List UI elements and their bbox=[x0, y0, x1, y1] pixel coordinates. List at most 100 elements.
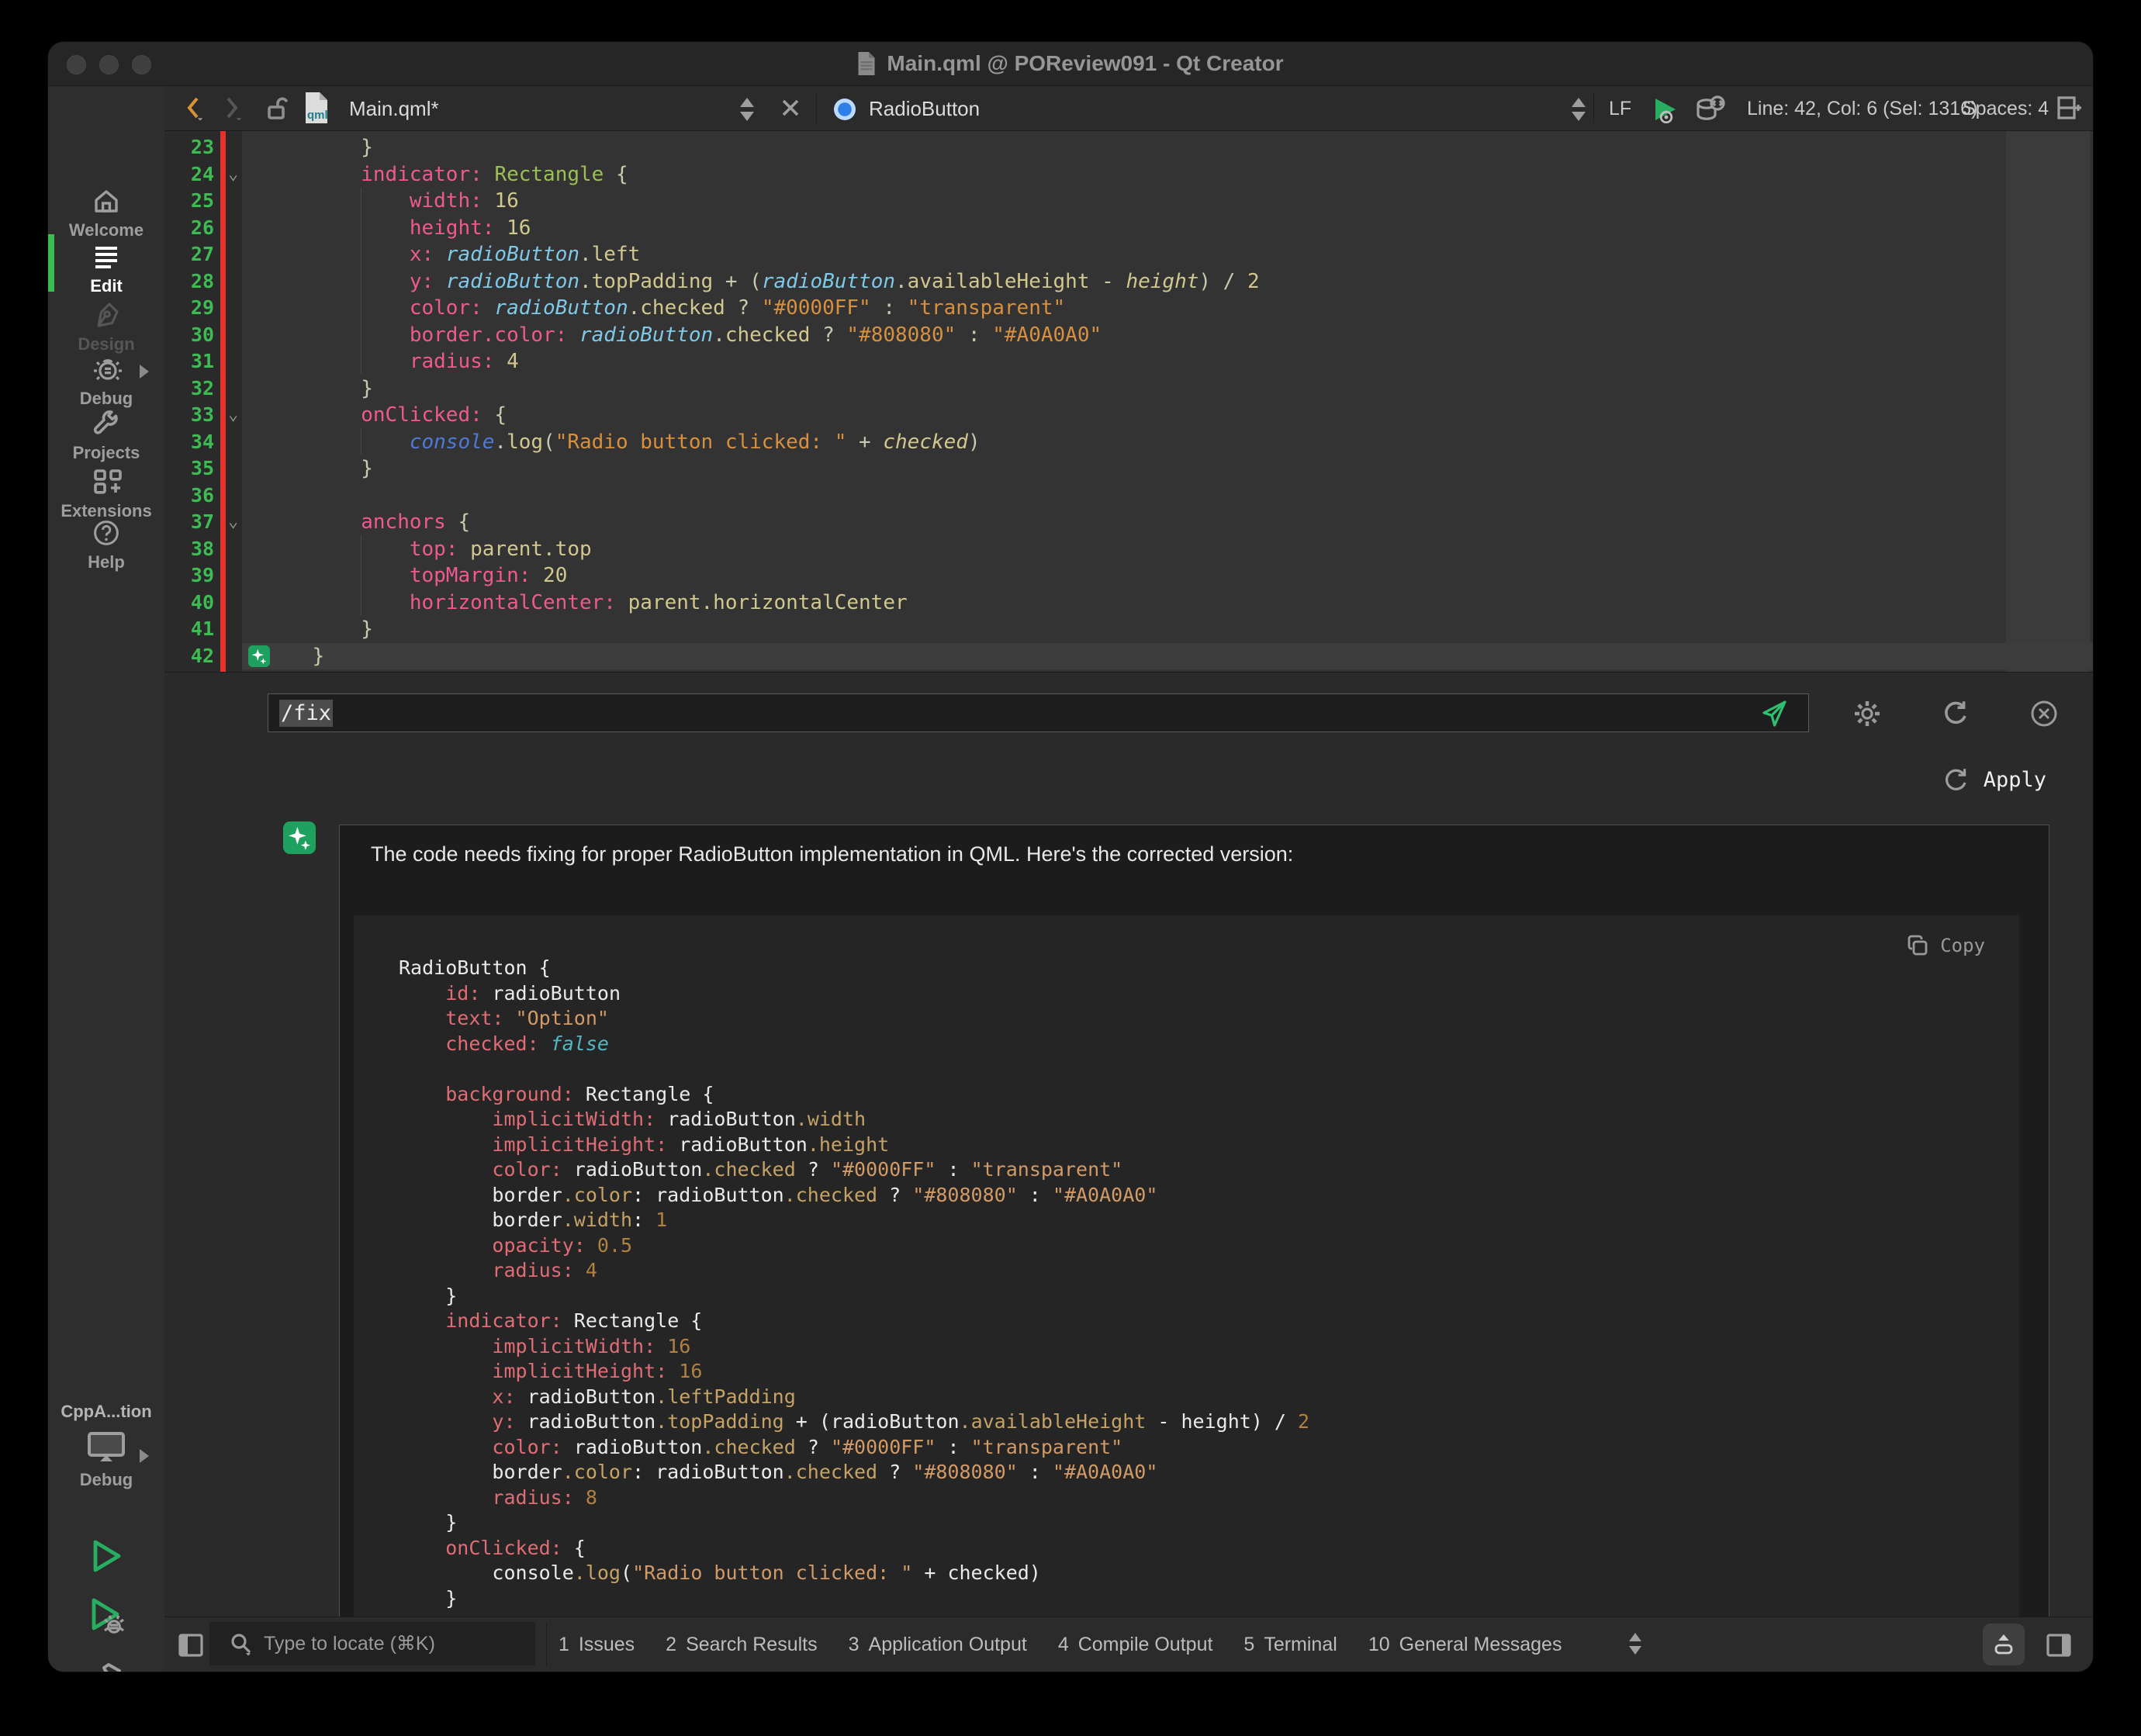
code-line-29[interactable]: 29 color: radioButton.checked ? "#0000FF… bbox=[164, 295, 2093, 322]
code-text: radius: 4 bbox=[264, 348, 519, 375]
code-line-30[interactable]: 30 border.color: radioButton.checked ? "… bbox=[164, 322, 2093, 349]
code-line-34[interactable]: 34 console.log("Radio button clicked: " … bbox=[164, 429, 2093, 456]
code-text: top: parent.top bbox=[264, 536, 592, 563]
code-line-37[interactable]: 37 ⌄ anchors { bbox=[164, 509, 2093, 536]
ai-prompt-input[interactable]: /fix bbox=[268, 693, 1809, 732]
build-button[interactable] bbox=[48, 1660, 164, 1672]
navigate-forward-icon[interactable] bbox=[222, 95, 242, 120]
line-number: 31 bbox=[164, 348, 214, 375]
pane-number: 5 bbox=[1243, 1634, 1254, 1656]
svg-text:qml: qml bbox=[307, 109, 328, 122]
window-title: Main.qml @ POReview091 - Qt Creator bbox=[887, 51, 1283, 76]
code-text: anchors { bbox=[264, 509, 470, 536]
line-number: 33 bbox=[164, 402, 214, 429]
output-pane-general-messages[interactable]: 10General Messages bbox=[1368, 1634, 1562, 1656]
collapse-bottom-panel-button[interactable] bbox=[1983, 1624, 2025, 1665]
close-window-button[interactable] bbox=[67, 55, 86, 74]
output-panes-sort-icon[interactable] bbox=[1627, 1633, 1657, 1662]
close-panel-icon[interactable] bbox=[2029, 699, 2059, 728]
sidebar-item-projects[interactable]: Projects bbox=[48, 410, 164, 463]
sidebar-item-edit[interactable]: Edit bbox=[48, 243, 164, 296]
sidebar-item-debug[interactable]: Debug bbox=[48, 355, 164, 409]
fold-chevron-icon[interactable]: ⌄ bbox=[228, 509, 238, 536]
fold-chevron-icon[interactable]: ⌄ bbox=[228, 161, 238, 188]
qml-preview-icon[interactable] bbox=[1652, 95, 1680, 123]
settings-gear-icon[interactable] bbox=[1852, 699, 1882, 728]
code-editor[interactable]: 23 }24⌄ indicator: Rectangle {25 width: … bbox=[164, 131, 2093, 672]
copy-button[interactable]: Copy bbox=[1906, 934, 1985, 957]
indentation-indicator[interactable]: Spaces: 4 bbox=[1963, 98, 2049, 120]
split-editor-icon[interactable] bbox=[2057, 96, 2084, 119]
code-line-41[interactable]: 41 } bbox=[164, 616, 2093, 643]
code-line-28[interactable]: 28 y: radioButton.topPadding + (radioBut… bbox=[164, 268, 2093, 296]
line-number: 32 bbox=[164, 375, 214, 403]
zoom-window-button[interactable] bbox=[132, 55, 151, 74]
locator-input[interactable]: Type to locate (⌘K) bbox=[209, 1622, 535, 1665]
debug-run-button[interactable] bbox=[48, 1596, 164, 1640]
code-text: console.log("Radio button clicked: " + c… bbox=[264, 429, 981, 456]
file-lock-icon[interactable] bbox=[265, 96, 289, 121]
output-pane-compile-output[interactable]: 4Compile Output bbox=[1058, 1634, 1213, 1656]
code-line-38[interactable]: 38 top: parent.top bbox=[164, 536, 2093, 563]
debug-expand-arrow-icon[interactable] bbox=[140, 365, 149, 379]
code-line-31[interactable]: 31 radius: 4 bbox=[164, 348, 2093, 375]
line-number: 38 bbox=[164, 536, 214, 563]
code-line-23[interactable]: 23 } bbox=[164, 134, 2093, 161]
ai-code-line: } bbox=[399, 1586, 1309, 1612]
symbol-selector[interactable]: RadioButton bbox=[869, 97, 980, 121]
code-line-24[interactable]: 24⌄ indicator: Rectangle { bbox=[164, 161, 2093, 188]
run-button[interactable] bbox=[48, 1537, 164, 1579]
sidebar-item-help[interactable]: Help bbox=[48, 519, 164, 572]
document-switcher-icon[interactable] bbox=[738, 98, 756, 121]
code-line-27[interactable]: 27 x: radioButton.left bbox=[164, 241, 2093, 268]
target-device-icon bbox=[86, 1430, 126, 1465]
output-pane-terminal[interactable]: 5Terminal bbox=[1243, 1634, 1337, 1656]
fold-chevron-icon[interactable]: ⌄ bbox=[228, 402, 238, 429]
code-model-icon[interactable] bbox=[1694, 95, 1725, 124]
toggle-left-sidebar-icon[interactable] bbox=[177, 1631, 206, 1661]
editor-sort-icon[interactable] bbox=[1570, 98, 1587, 121]
document-icon bbox=[857, 52, 876, 75]
sidebar-item-welcome[interactable]: Welcome bbox=[48, 187, 164, 240]
line-number: 37 bbox=[164, 509, 214, 536]
code-line-33[interactable]: 33⌄ onClicked: { bbox=[164, 402, 2093, 429]
qt-creator-window: Main.qml @ POReview091 - Qt Creator Welc… bbox=[48, 42, 2093, 1672]
output-pane-issues[interactable]: 1Issues bbox=[559, 1634, 635, 1656]
sidebar-item-label: Help bbox=[48, 552, 164, 572]
code-line-39[interactable]: 39 topMargin: 20 bbox=[164, 562, 2093, 590]
code-text: } bbox=[264, 616, 373, 643]
code-text: } bbox=[264, 455, 373, 482]
toggle-right-sidebar-icon[interactable] bbox=[2045, 1631, 2074, 1661]
code-line-40[interactable]: 40 horizontalCenter: parent.horizontalCe… bbox=[164, 590, 2093, 617]
copy-icon bbox=[1906, 934, 1929, 957]
output-pane-application-output[interactable]: 3Application Output bbox=[849, 1634, 1027, 1656]
code-line-42[interactable]: 42 } bbox=[164, 643, 2093, 670]
ai-code-line: x: radioButton.leftPadding bbox=[399, 1385, 1309, 1410]
close-document-icon[interactable] bbox=[779, 96, 802, 119]
code-line-36[interactable]: 36 bbox=[164, 482, 2093, 510]
apply-refresh-icon bbox=[1943, 766, 1970, 793]
cursor-position-indicator[interactable]: Line: 42, Col: 6 (Sel: 1316) bbox=[1747, 98, 1977, 120]
apply-button[interactable]: Apply bbox=[1943, 766, 2046, 793]
code-line-32[interactable]: 32 } bbox=[164, 375, 2093, 403]
kit-expand-arrow-icon[interactable] bbox=[140, 1449, 149, 1463]
minimize-window-button[interactable] bbox=[99, 55, 119, 74]
sidebar-item-extensions[interactable]: Extensions bbox=[48, 468, 164, 521]
locator-placeholder: Type to locate (⌘K) bbox=[264, 1632, 435, 1655]
reload-icon[interactable] bbox=[1941, 699, 1970, 728]
code-line-35[interactable]: 35 } bbox=[164, 455, 2093, 482]
line-ending-indicator[interactable]: LF bbox=[1609, 98, 1631, 120]
output-pane-search-results[interactable]: 2Search Results bbox=[666, 1634, 817, 1656]
line-number: 36 bbox=[164, 482, 214, 510]
line-number: 42 bbox=[164, 643, 214, 670]
navigate-back-icon[interactable] bbox=[183, 95, 203, 120]
code-line-25[interactable]: 25 width: 16 bbox=[164, 188, 2093, 215]
pane-label: Application Output bbox=[869, 1634, 1027, 1656]
send-icon[interactable] bbox=[1759, 699, 1789, 728]
run-icon bbox=[89, 1537, 123, 1575]
pane-number: 10 bbox=[1368, 1634, 1390, 1656]
pane-label: Search Results bbox=[686, 1634, 818, 1656]
ai-code-line: } bbox=[399, 1284, 1309, 1309]
open-file-tab[interactable]: Main.qml* bbox=[349, 97, 439, 121]
code-line-26[interactable]: 26 height: 16 bbox=[164, 215, 2093, 242]
